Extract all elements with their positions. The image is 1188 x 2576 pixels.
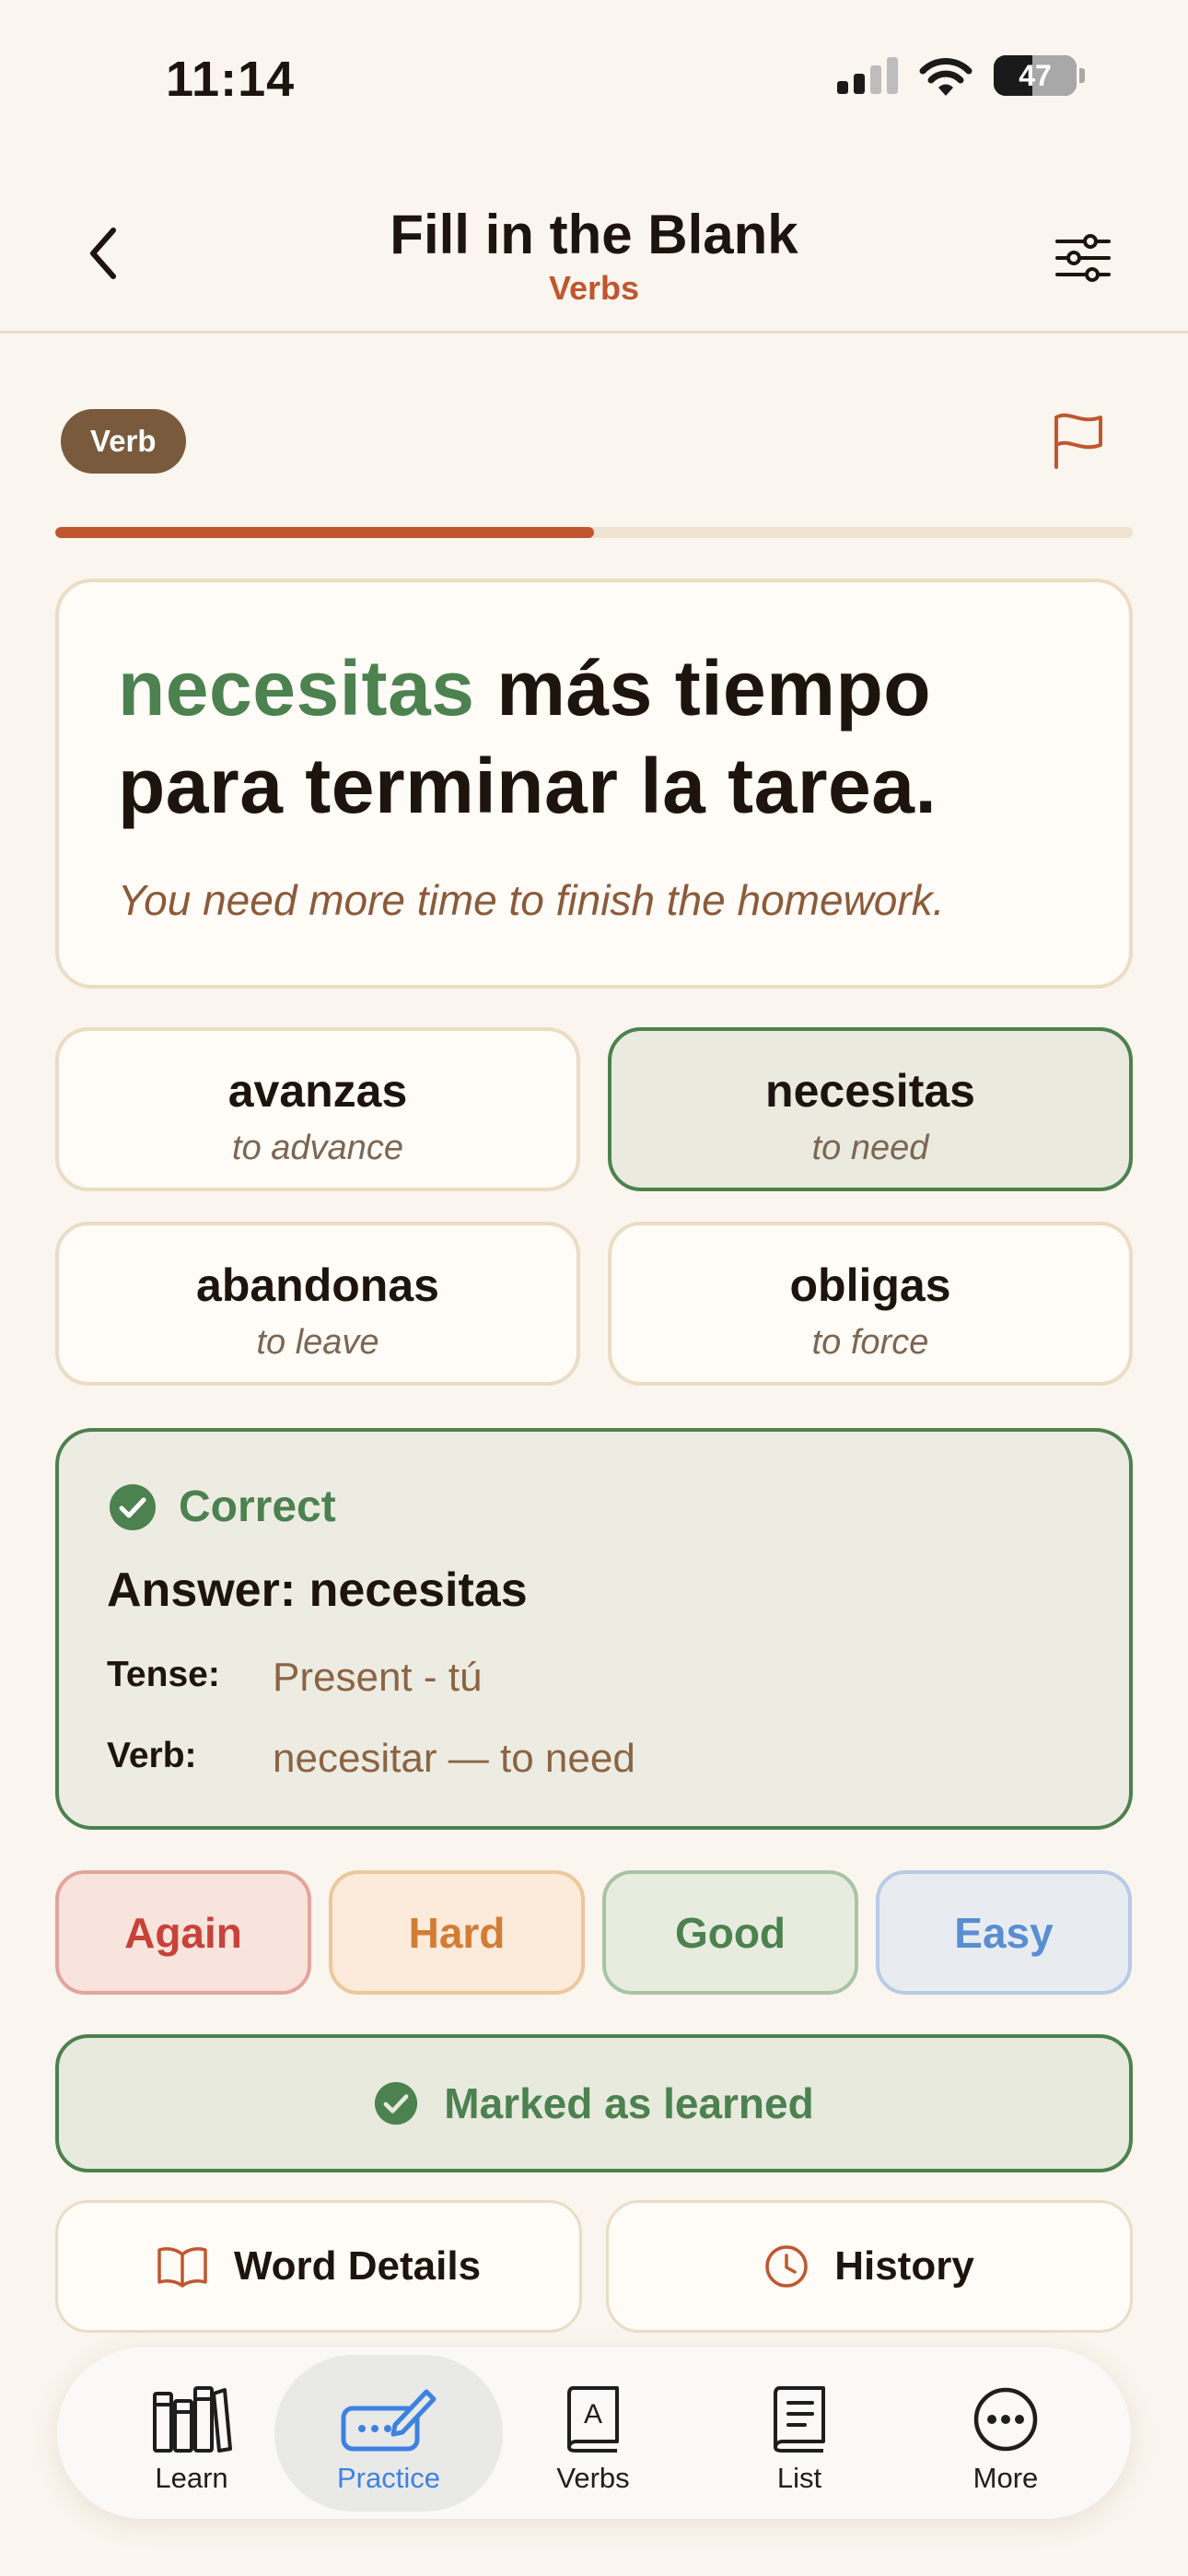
result-status: Correct [179, 1482, 336, 1531]
tab-label: List [776, 2462, 822, 2494]
progress-fill [55, 527, 594, 538]
history-label: History [834, 2243, 974, 2289]
tab-list[interactable]: List [685, 2355, 914, 2512]
history-button[interactable]: History [606, 2200, 1133, 2333]
option-gloss: to leave [256, 1323, 379, 1362]
pencil-keyboard-icon [341, 2389, 437, 2452]
result-answer: Answer: necesitas [107, 1563, 528, 1617]
tab-practice[interactable]: Practice [274, 2355, 503, 2512]
tense-value: Present - tú [273, 1655, 483, 1700]
result-header: Correct [109, 1481, 336, 1532]
rate-good-button[interactable]: Good [602, 1870, 858, 1995]
option-word: necesitas [765, 1065, 975, 1117]
tab-label: Practice [337, 2462, 440, 2494]
tense-row: Tense: Present - tú [107, 1655, 482, 1701]
books-icon [153, 2386, 232, 2453]
word-details-button[interactable]: Word Details [55, 2200, 582, 2333]
page-title: Fill in the Blank [390, 204, 798, 265]
battery-level: 47 [1019, 58, 1052, 92]
marked-as-learned-button[interactable]: Marked as learned [55, 2034, 1133, 2172]
tab-bar: Learn Practice A Verbs List More [57, 2348, 1131, 2519]
book-a-icon: A [567, 2386, 619, 2453]
sentence-card: necesitas más tiempo para terminar la ta… [55, 579, 1133, 989]
open-book-icon [157, 2247, 207, 2288]
progress-bar [55, 527, 1133, 538]
checkmark-circle-icon [110, 1483, 156, 1530]
navigation-header: Fill in the Blank Verbs [0, 184, 1188, 334]
option-word: avanzas [227, 1065, 408, 1117]
tab-label: More [973, 2462, 1039, 2494]
clock-icon [765, 2245, 808, 2288]
tab-label: Verbs [556, 2462, 630, 2494]
tense-label: Tense: [107, 1655, 220, 1694]
option-gloss: to need [811, 1129, 929, 1167]
sentence-translation: You need more time to finish the homewor… [118, 876, 945, 924]
report-button[interactable] [1046, 404, 1111, 477]
notebook-icon [774, 2386, 825, 2453]
result-card: Correct Answer: necesitas Tense: Present… [55, 1428, 1133, 1830]
option-avanzas[interactable]: avanzas to advance [55, 1027, 580, 1191]
sliders-icon [1055, 234, 1111, 282]
option-word: obligas [789, 1259, 951, 1311]
verb-value: necesitar — to need [273, 1736, 635, 1781]
option-obligas[interactable]: obligas to force [608, 1222, 1133, 1386]
option-word: abandonas [196, 1259, 439, 1311]
ellipsis-circle-icon [973, 2387, 1038, 2452]
battery-icon: 47 [994, 55, 1077, 96]
rate-easy-button[interactable]: Easy [876, 1870, 1132, 1995]
status-time: 11:14 [166, 52, 296, 107]
flag-icon [1054, 413, 1102, 469]
part-of-speech-badge: Verb [61, 409, 186, 474]
option-gloss: to advance [232, 1129, 403, 1167]
learned-label: Marked as learned [444, 2079, 814, 2127]
checkmark-circle-icon [375, 2081, 418, 2125]
option-necesitas[interactable]: necesitas to need [608, 1027, 1133, 1191]
tab-label: Learn [155, 2462, 228, 2494]
tab-more[interactable]: More [891, 2355, 1120, 2512]
settings-button[interactable] [1050, 225, 1116, 291]
filled-answer: necesitas [118, 645, 475, 732]
word-details-label: Word Details [233, 2243, 482, 2289]
rate-hard-button[interactable]: Hard [329, 1870, 585, 1995]
option-abandonas[interactable]: abandonas to leave [55, 1222, 580, 1386]
rate-again-button[interactable]: Again [55, 1870, 311, 1995]
option-gloss: to force [811, 1323, 929, 1362]
cellular-signal-icon [837, 57, 898, 94]
tab-learn[interactable]: Learn [77, 2355, 306, 2512]
verb-row: Verb: necesitar — to need [107, 1736, 635, 1782]
tab-verbs[interactable]: A Verbs [479, 2355, 707, 2512]
page-subtitle: Verbs [548, 269, 640, 307]
status-icons: 47 [837, 55, 1085, 96]
screen: 11:14 47 Fill in the Blank Verbs Verb ne… [0, 0, 1188, 2576]
svg-text:A: A [584, 2399, 602, 2430]
verb-label: Verb: [107, 1736, 197, 1775]
battery-indicator: 47 [994, 55, 1085, 96]
sentence: necesitas más tiempo para terminar la ta… [118, 639, 1074, 835]
wifi-icon [919, 58, 973, 96]
